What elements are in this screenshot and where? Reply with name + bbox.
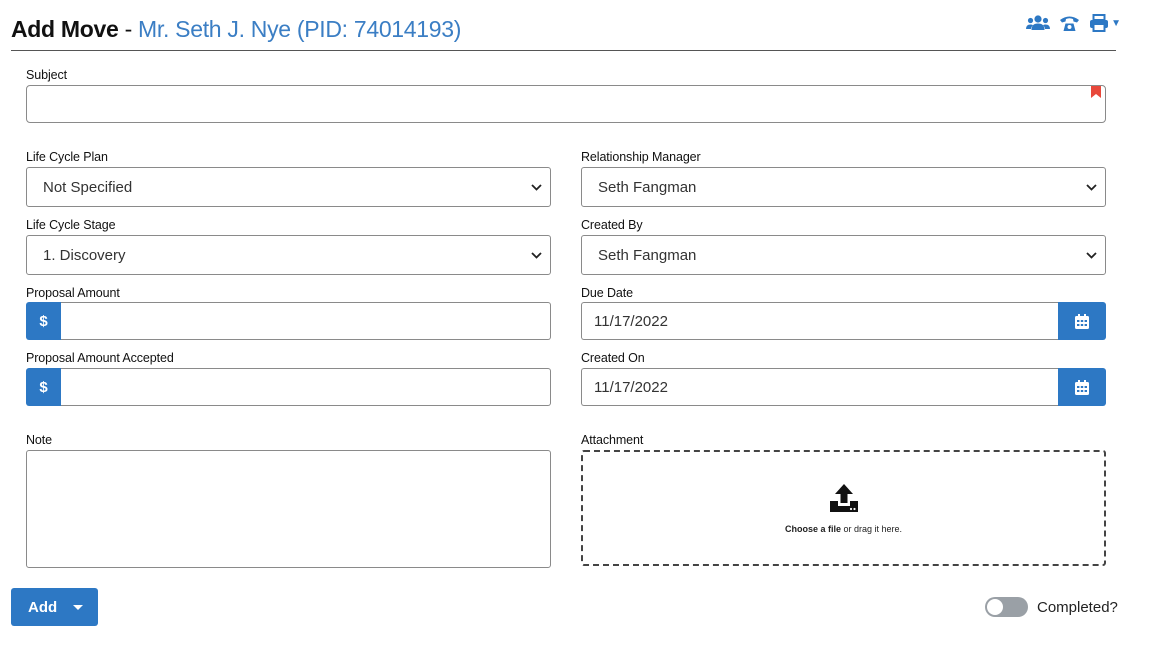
dollar-icon: $	[26, 368, 61, 406]
created-by-select[interactable]: Seth Fangman	[581, 235, 1106, 275]
drag-hint: or drag it here.	[840, 523, 903, 534]
completed-toggle-wrap: Completed?	[985, 597, 1118, 617]
proposal-amount-label: Proposal Amount	[26, 286, 120, 300]
page-title-main: Add Move	[11, 16, 119, 42]
proposal-amount-input[interactable]	[61, 302, 551, 340]
chevron-down-icon	[531, 247, 542, 264]
completed-toggle[interactable]	[985, 597, 1028, 617]
life-cycle-plan-label: Life Cycle Plan	[26, 150, 108, 164]
chevron-down-icon	[1086, 179, 1097, 196]
created-on-value: 11/17/2022	[594, 378, 668, 396]
attachment-label: Attachment	[581, 433, 644, 447]
subject-input[interactable]	[26, 85, 1106, 123]
caret-down-icon	[73, 604, 84, 610]
proposal-amount-accepted-label: Proposal Amount Accepted	[26, 351, 174, 365]
relationship-manager-label: Relationship Manager	[581, 150, 701, 164]
users-icon[interactable]	[1026, 14, 1051, 32]
created-on-group: 11/17/2022	[581, 368, 1106, 406]
life-cycle-stage-value: 1. Discovery	[43, 246, 126, 264]
created-on-input[interactable]: 11/17/2022	[581, 368, 1058, 406]
person-name-link[interactable]: Mr. Seth J. Nye (PID: 74014193)	[138, 16, 461, 42]
attachment-dropzone[interactable]: Choose a file or drag it here.	[581, 450, 1106, 566]
created-by-value: Seth Fangman	[598, 246, 697, 264]
phone-icon[interactable]	[1059, 14, 1080, 32]
created-by-label: Created By	[581, 218, 643, 232]
created-on-label: Created On	[581, 351, 645, 365]
note-textarea[interactable]	[26, 450, 551, 568]
due-date-input[interactable]: 11/17/2022	[581, 302, 1058, 340]
proposal-amount-accepted-group: $	[26, 368, 551, 406]
calendar-icon[interactable]	[1058, 302, 1106, 340]
print-icon[interactable]: ▼	[1089, 14, 1121, 32]
life-cycle-plan-select[interactable]: Not Specified	[26, 167, 551, 207]
due-date-label: Due Date	[581, 286, 634, 300]
due-date-group: 11/17/2022	[581, 302, 1106, 340]
life-cycle-plan-value: Not Specified	[43, 178, 133, 196]
completed-label: Completed?	[1037, 598, 1118, 616]
life-cycle-stage-select[interactable]: 1. Discovery	[26, 235, 551, 275]
relationship-manager-value: Seth Fangman	[598, 178, 697, 196]
proposal-amount-accepted-input[interactable]	[61, 368, 551, 406]
chevron-down-icon	[1086, 247, 1097, 264]
toggle-knob	[987, 599, 1003, 615]
dropzone-text: Choose a file or drag it here.	[785, 524, 902, 534]
title-separator: -	[118, 16, 139, 42]
note-label: Note	[26, 433, 53, 447]
page-header: Add Move - Mr. Seth J. Nye (PID: 7401419…	[11, 10, 1121, 51]
proposal-amount-group: $	[26, 302, 551, 340]
choose-file-link[interactable]: Choose a file	[785, 524, 841, 534]
calendar-icon[interactable]	[1058, 368, 1106, 406]
add-button-label: Add	[28, 598, 58, 616]
required-flag-icon	[1091, 85, 1101, 103]
upload-icon	[829, 483, 859, 518]
dollar-icon: $	[26, 302, 61, 340]
page-title: Add Move - Mr. Seth J. Nye (PID: 7401419…	[11, 16, 461, 43]
print-menu-caret-icon[interactable]: ▼	[1111, 18, 1121, 29]
header-toolbar: ▼	[1026, 14, 1121, 32]
relationship-manager-select[interactable]: Seth Fangman	[581, 167, 1106, 207]
chevron-down-icon	[531, 179, 542, 196]
due-date-value: 11/17/2022	[594, 312, 668, 330]
life-cycle-stage-label: Life Cycle Stage	[26, 218, 116, 232]
subject-label: Subject	[26, 68, 67, 82]
add-button[interactable]: Add	[11, 588, 98, 626]
